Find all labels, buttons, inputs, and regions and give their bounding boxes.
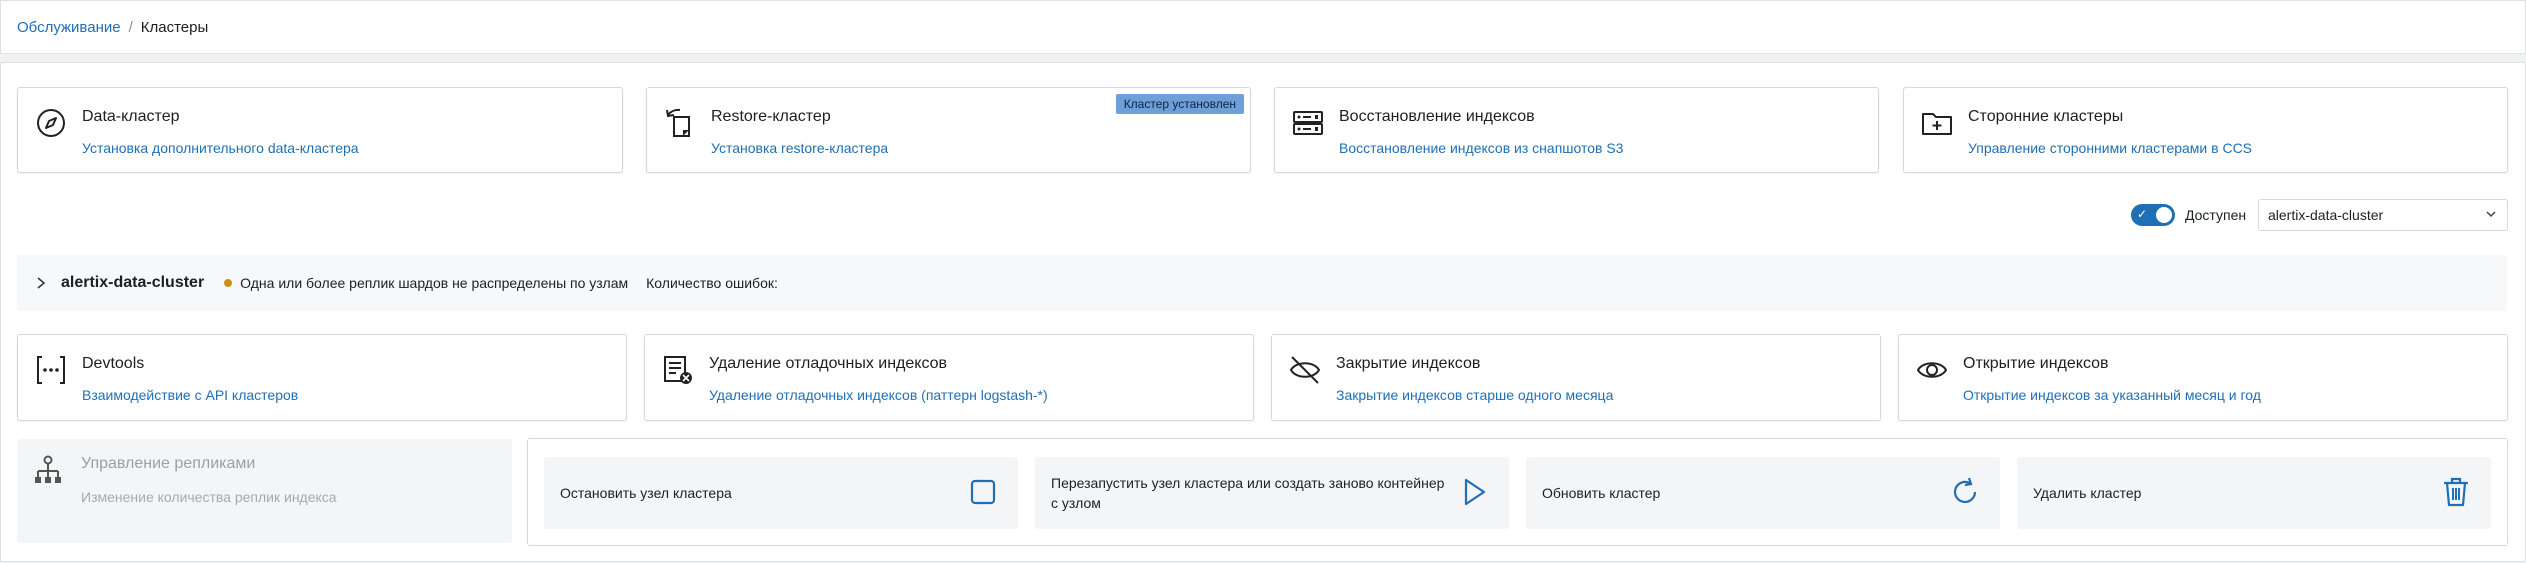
availability-label: Доступен bbox=[2185, 207, 2247, 223]
cluster-name: alertix-data-cluster bbox=[61, 274, 205, 291]
chevron-right-icon[interactable] bbox=[35, 276, 47, 290]
delete-cluster-button[interactable]: Удалить кластер bbox=[2017, 457, 2491, 529]
card-title: Devtools bbox=[82, 355, 145, 372]
cluster-status-bar[interactable]: alertix-data-cluster Одна или более репл… bbox=[17, 255, 2507, 311]
breadcrumb-current: Кластеры bbox=[140, 18, 209, 36]
errors-count-label: Количество ошибок: bbox=[646, 275, 778, 291]
stop-node-button[interactable]: Остановить узел кластера bbox=[544, 457, 1018, 529]
card-link[interactable]: Взаимодействие с API кластеров bbox=[82, 387, 298, 403]
card-title: Restore-кластер bbox=[711, 108, 831, 125]
delete-index-icon bbox=[664, 356, 692, 384]
update-cluster-button[interactable]: Обновить кластер bbox=[1526, 457, 2000, 529]
card-link[interactable]: Удаление отладочных индексов (паттерн lo… bbox=[709, 387, 1048, 403]
card-open-indices[interactable]: Открытие индексов Открытие индексов за у… bbox=[1898, 334, 2508, 421]
card-restore-cluster[interactable]: Restore-кластер Установка restore-класте… bbox=[646, 87, 1251, 173]
installed-badge: Кластер установлен bbox=[1115, 94, 1244, 114]
cluster-select[interactable]: alertix-data-cluster bbox=[2258, 199, 2508, 231]
action-label: Удалить кластер bbox=[2033, 485, 2142, 501]
breadcrumb-link-maintenance[interactable]: Обслуживание bbox=[17, 19, 121, 36]
card-title: Закрытие индексов bbox=[1336, 355, 1481, 372]
breadcrumb: Обслуживание / Кластеры bbox=[0, 0, 2526, 54]
card-link[interactable]: Установка дополнительного data-кластера bbox=[82, 140, 359, 156]
folder-plus-icon bbox=[1922, 113, 1952, 135]
toggle-knob bbox=[2156, 207, 2172, 223]
check-icon: ✓ bbox=[2137, 207, 2148, 221]
play-icon bbox=[1464, 478, 1486, 506]
card-title: Удаление отладочных индексов bbox=[709, 355, 948, 372]
card-data-cluster[interactable]: Data-кластер Установка дополнительного d… bbox=[17, 87, 623, 173]
replicas-subtitle: Изменение количества реплик индекса bbox=[81, 489, 337, 505]
restart-node-button[interactable]: Перезапустить узел кластера или создать … bbox=[1035, 457, 1509, 529]
card-link[interactable]: Установка restore-кластера bbox=[711, 140, 888, 156]
card-link[interactable]: Восстановление индексов из снапшотов S3 bbox=[1339, 140, 1623, 156]
server-restore-icon bbox=[1293, 111, 1323, 135]
hierarchy-icon bbox=[35, 455, 61, 483]
card-link[interactable]: Управление сторонними кластерами в CCS bbox=[1968, 140, 2252, 156]
action-label: Перезапустить узел кластера или создать … bbox=[1051, 475, 1445, 511]
toggle-switch[interactable]: ✓ bbox=[2131, 204, 2175, 226]
eye-off-icon bbox=[1289, 356, 1321, 384]
cluster-select-value: alertix-data-cluster bbox=[2268, 207, 2384, 223]
stop-icon bbox=[970, 479, 996, 505]
breadcrumb-separator: / bbox=[128, 18, 133, 36]
cluster-status-text: Одна или более реплик шардов не распреде… bbox=[240, 275, 629, 291]
compass-icon bbox=[37, 109, 65, 137]
card-link[interactable]: Закрытие индексов старше одного месяца bbox=[1336, 387, 1613, 403]
card-title: Открытие индексов bbox=[1963, 355, 2109, 372]
chevron-down-icon bbox=[2486, 211, 2496, 218]
action-label: Остановить узел кластера bbox=[560, 485, 732, 501]
node-actions-panel: Остановить узел кластера Перезапустить у… bbox=[527, 438, 2508, 546]
card-delete-debug-indices[interactable]: Удаление отладочных индексов Удаление от… bbox=[644, 334, 1254, 421]
card-title: Восстановление индексов bbox=[1339, 108, 1535, 125]
card-title: Data-кластер bbox=[82, 108, 180, 125]
card-title: Сторонние кластеры bbox=[1968, 108, 2124, 125]
card-link[interactable]: Открытие индексов за указанный месяц и г… bbox=[1963, 387, 2261, 403]
restore-document-icon bbox=[666, 108, 690, 137]
card-devtools[interactable]: Devtools Взаимодействие с API кластеров bbox=[17, 334, 627, 421]
card-close-indices[interactable]: Закрытие индексов Закрытие индексов стар… bbox=[1271, 334, 1881, 421]
devtools-icon bbox=[37, 356, 65, 384]
warning-status-dot bbox=[224, 279, 233, 287]
action-label: Обновить кластер bbox=[1542, 485, 1661, 501]
availability-toggle[interactable]: ✓ Доступен bbox=[2131, 204, 2246, 226]
trash-icon bbox=[2444, 477, 2468, 507]
eye-icon bbox=[1916, 362, 1948, 378]
card-remote-clusters[interactable]: Сторонние кластеры Управление сторонними… bbox=[1903, 87, 2508, 173]
refresh-icon bbox=[1953, 477, 1977, 504]
replicas-title: Управление репликами bbox=[81, 455, 256, 472]
card-index-restore[interactable]: Восстановление индексов Восстановление и… bbox=[1274, 87, 1879, 173]
replicas-management-card: Управление репликами Изменение количеств… bbox=[17, 439, 512, 543]
